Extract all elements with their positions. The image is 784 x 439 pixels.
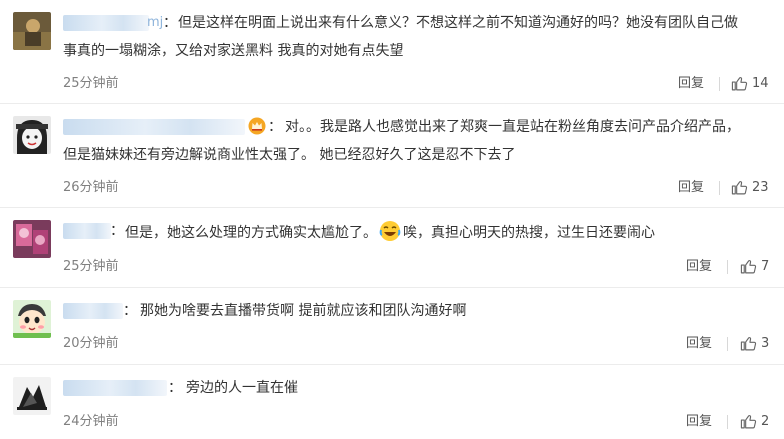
reply-button[interactable]: 回复 — [678, 180, 704, 196]
username-blurred[interactable] — [63, 380, 167, 396]
reply-button[interactable]: 回复 — [686, 259, 712, 275]
divider — [719, 181, 720, 195]
timestamp: 26分钟前 — [63, 180, 119, 195]
like-button[interactable]: 3 — [740, 335, 769, 352]
comment-text: 对。。我是路人也感觉出来了郑爽一直是站在粉丝角度去问产品介绍产品， — [285, 119, 740, 135]
thumbs-up-icon — [740, 337, 757, 351]
username-blurred[interactable] — [63, 15, 149, 31]
comment-text-line2: 事真的一塌糊涂，又给对家送黑料 我真的对她有点失望 — [63, 43, 404, 59]
comment-item: ： 但是，她这么处理的方式确实太尴尬了。 唉，真担心明天的热搜，过生日还要闹心 2… — [0, 208, 784, 287]
reply-button[interactable]: 回复 — [686, 336, 712, 352]
vip-crown-icon — [248, 117, 266, 135]
colon: ： — [123, 303, 137, 319]
username-suffix[interactable]: mj — [147, 15, 163, 31]
comment-text: 但是，她这么处理的方式确实太尴尬了。 唉，真担心明天的热搜，过生日还要闹心 — [125, 220, 655, 250]
comment-item: ： 那她为啥要去直播带货啊 提前就应该和团队沟通好啊 20分钟前 回复 3 — [0, 288, 784, 364]
thumbs-up-icon — [731, 77, 748, 91]
like-count: 23 — [752, 179, 769, 195]
comment-item: ： 旁边的人一直在催 24分钟前 回复 2 — [0, 365, 784, 439]
divider — [727, 260, 728, 274]
timestamp: 25分钟前 — [63, 259, 119, 274]
comment-text-part: 但是，她这么处理的方式确实太尴尬了。 — [125, 225, 377, 241]
comment-item: ： 对。。我是路人也感觉出来了郑爽一直是站在粉丝角度去问产品介绍产品， 但是猫妹… — [0, 104, 784, 207]
like-button[interactable]: 7 — [740, 258, 769, 275]
divider — [727, 415, 728, 429]
like-count: 3 — [761, 335, 770, 351]
comment-text: 那她为啥要去直播带货啊 提前就应该和团队沟通好啊 — [140, 303, 467, 319]
divider — [719, 77, 720, 91]
thumbs-up-icon — [740, 415, 757, 429]
comment-text: 旁边的人一直在催 — [186, 380, 298, 396]
like-count: 2 — [761, 413, 770, 429]
avatar[interactable] — [13, 12, 51, 50]
timestamp: 20分钟前 — [63, 336, 119, 351]
comment-item: mj ： 但是这样在明面上说出来有什么意义？不想这样之前不知道沟通好的吗？她没有… — [0, 0, 784, 103]
colon: ： — [163, 15, 177, 31]
avatar[interactable] — [13, 116, 51, 154]
reply-button[interactable]: 回复 — [686, 414, 712, 430]
thumbs-up-icon — [731, 181, 748, 195]
like-button[interactable]: 14 — [731, 75, 769, 92]
like-count: 14 — [752, 75, 769, 91]
timestamp: 25分钟前 — [63, 76, 119, 91]
username-blurred[interactable] — [63, 303, 123, 319]
like-count: 7 — [761, 258, 770, 274]
like-button[interactable]: 23 — [731, 179, 769, 196]
username-blurred[interactable] — [63, 119, 245, 135]
comment-text-part: 唉，真担心明天的热搜，过生日还要闹心 — [403, 225, 655, 241]
divider — [727, 337, 728, 351]
colon: ： — [268, 119, 282, 135]
comment-text: 但是这样在明面上说出来有什么意义？不想这样之前不知道沟通好的吗？她没有团队自己做 — [178, 15, 738, 31]
avatar[interactable] — [13, 300, 51, 338]
like-button[interactable]: 2 — [740, 413, 769, 430]
comment-text-line2: 但是猫妹妹还有旁边解说商业性太强了。 她已经忍好久了这是忍不下去了 — [63, 147, 516, 163]
timestamp: 24分钟前 — [63, 414, 119, 429]
reply-button[interactable]: 回复 — [678, 76, 704, 92]
avatar[interactable] — [13, 377, 51, 415]
colon: ： — [168, 380, 182, 396]
laughing-crying-emoji-icon — [379, 220, 401, 250]
colon: ： — [110, 223, 124, 239]
thumbs-up-icon — [740, 260, 757, 274]
username-blurred[interactable] — [63, 223, 111, 239]
avatar[interactable] — [13, 220, 51, 258]
